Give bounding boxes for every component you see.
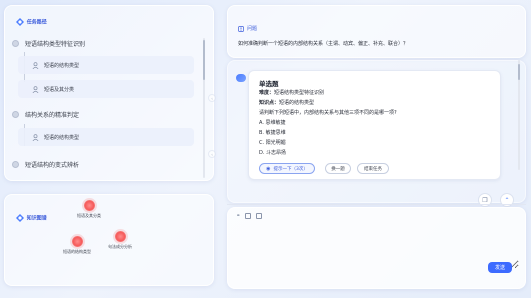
person-icon [32,133,39,141]
option-c[interactable]: C. 阳光明媚 [259,139,286,146]
task-subnode-label: 短语及其分类 [44,86,75,93]
graph-node-label: 短语及其分类 [77,213,101,218]
chat-scrollbar[interactable] [518,60,520,170]
task-subnode-1[interactable]: 短语的结构类型 [18,56,194,74]
card-difficulty: 难度：短语结构类型特征识别 [259,89,324,96]
task-node-label: 短语结构类型特征识别 [25,40,86,48]
lightbulb-icon: ◉ [266,165,271,172]
difficulty-label: 难度： [259,90,275,96]
file-icon[interactable] [256,213,263,219]
option-a[interactable]: A. 思维敏捷 [259,119,286,126]
person-icon [32,85,39,93]
task-subnode-2[interactable]: 短语及其分类 [18,80,194,98]
task-node-label: 结构关系的精准判定 [25,111,80,119]
graph-node-2[interactable]: 短语的结构类型 [63,236,91,255]
option-d[interactable]: D. 斗志昂扬 [259,149,286,156]
task-path-logo-icon [16,18,24,26]
question-header: 问题 [238,25,257,32]
task-node-label: 短语结构的变式辨析 [25,161,80,169]
graph-node-1[interactable]: 短语及其分类 [77,200,101,219]
task-path-scrollbar[interactable] [203,38,205,178]
input-area: ⚭ [227,207,526,289]
graph-node-label: 短语的结构类型 [63,249,91,254]
task-node-2[interactable]: 结构关系的精准判定 [12,105,199,123]
knowledge-graph-title: 知识图谱 [15,213,47,223]
task-subnode-label: 短语的结构类型 [44,134,80,141]
graph-node-label: 句法成分分析 [108,244,132,249]
knowledge-value: 短语的结构类型 [279,100,315,106]
node-status-icon [12,160,19,168]
task-node-1[interactable]: 短语结构类型特征识别 [12,34,199,52]
node-status-icon [12,110,19,118]
task-node-3[interactable]: 短语结构的变式辨析 [12,155,199,173]
end-task-button[interactable]: 结束任务 [357,163,389,174]
collapse-handle-icon[interactable]: ‹ [208,150,216,158]
knowledge-graph-logo-icon [16,214,24,222]
divider [227,204,526,205]
change-question-button[interactable]: 换一题 [325,163,351,174]
graph-node-marker [114,231,126,242]
hint-button[interactable]: ◉ 提示一下（3次） [259,163,315,174]
bot-avatar [236,74,246,82]
difficulty-value: 短语结构类型特征识别 [274,90,325,96]
question-card: 单选题 难度：短语结构类型特征识别 知识点：短语的结构类型 请判断下列短语中，内… [248,70,501,180]
graph-node-3[interactable]: 句法成分分析 [108,231,132,250]
graph-node-marker [83,200,95,211]
task-subnode-3[interactable]: 短语的结构类型 [18,128,194,146]
knowledge-label: 知识点： [259,100,280,106]
graph-node-marker [71,236,83,247]
send-button[interactable]: 发送 [488,262,512,273]
hint-button-label: 提示一下（3次） [273,166,308,172]
task-path-title: 任务路径 [15,17,47,27]
card-knowledge: 知识点：短语的结构类型 [259,99,314,106]
card-title: 单选题 [259,80,279,88]
question-icon [238,25,244,32]
card-question: 请判断下列短语中，内部结构关系与其他三项不同的是哪一项? [259,110,397,116]
task-subnode-label: 短语的结构类型 [44,62,80,69]
attachment-icon[interactable]: ⚭ [236,213,240,219]
input-toolbar: ⚭ [236,213,263,219]
question-panel: 问题 如何准确判断一个短语的内部结构关系（主谓、动宾、偏正、补充、联合）？ [227,5,526,58]
node-status-icon [12,39,19,47]
option-b[interactable]: B. 敏捷思维 [259,129,286,136]
chat-input[interactable] [236,224,519,269]
collapse-handle-icon[interactable]: ‹ [208,94,216,102]
image-icon[interactable] [245,213,252,219]
question-text: 如何准确判断一个短语的内部结构关系（主谓、动宾、偏正、补充、联合）？ [238,41,409,47]
person-icon [32,61,39,69]
